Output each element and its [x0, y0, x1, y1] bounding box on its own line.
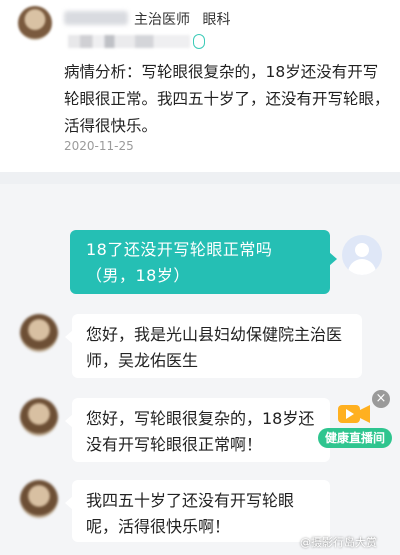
online-status-icon — [193, 34, 205, 49]
doctor-message-bubble: 您好，写轮眼很复杂的，18岁还没有开写轮眼很正常啊！ — [65, 398, 330, 462]
doctor-answer-card: 主治医师 眼科 病情分析：写轮眼很复杂的，18岁还没有开写轮眼很正常。我四五十岁… — [0, 0, 400, 172]
doctor-message-avatar[interactable] — [20, 398, 58, 436]
user-avatar-head — [355, 243, 369, 257]
live-room-badge[interactable]: 健康直播间 — [318, 428, 392, 448]
user-avatar-body — [348, 259, 376, 275]
health-live-widget[interactable]: × 健康直播间 — [316, 390, 394, 454]
condition-analysis: 病情分析：写轮眼很复杂的，18岁还没有开写轮眼很正常。我四五十岁了，还没有开写轮… — [64, 63, 390, 135]
answer-date: 2020-11-25 — [64, 139, 134, 153]
doctor-message-bubble: 我四五十岁了还没有开写轮眼呢，活得很快乐啊！ — [65, 480, 330, 542]
doctor-title: 主治医师 — [134, 12, 190, 28]
doctor-message-avatar[interactable] — [20, 314, 58, 352]
user-question-bubble: 18了还没开写轮眼正常吗（男，18岁） — [70, 230, 337, 294]
hospital-redacted — [68, 35, 190, 48]
doctor-name-redacted — [64, 11, 128, 25]
user-avatar[interactable] — [342, 235, 382, 275]
doctor-message-bubble: 您好，我是光山县妇幼保健院主治医师，吴龙佑医生 — [65, 314, 362, 378]
doctor-message-avatar[interactable] — [20, 480, 58, 518]
doctor-title-line: 主治医师 眼科 — [134, 9, 238, 29]
doctor-department: 眼科 — [202, 12, 231, 28]
section-divider — [0, 172, 400, 184]
watermark: @摄影行岛大赏 — [300, 536, 377, 549]
doctor-avatar[interactable] — [18, 6, 52, 40]
close-icon[interactable]: × — [372, 390, 390, 408]
video-camera-icon — [338, 405, 370, 423]
